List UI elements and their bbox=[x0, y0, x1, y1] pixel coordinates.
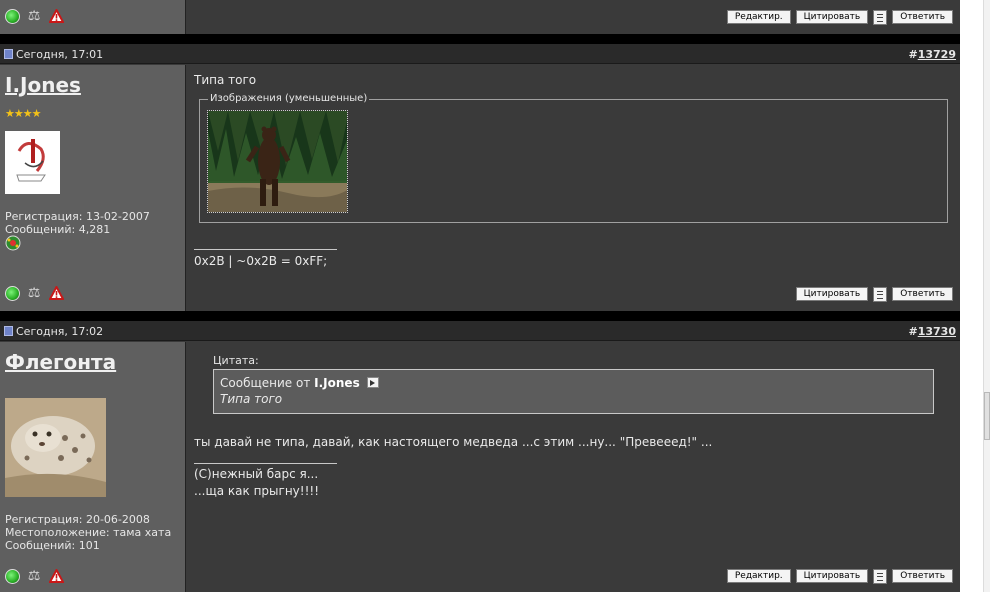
quote-from-prefix: Сообщение от bbox=[220, 376, 311, 390]
signature-divider bbox=[194, 463, 337, 464]
signature-line-1: (С)нежный барс я... bbox=[194, 467, 319, 481]
user-info: Регистрация: 13-02-2007 Сообщений: 4,281 bbox=[5, 210, 150, 236]
report-warning-icon[interactable] bbox=[48, 569, 64, 584]
post-date-text: Сегодня, 17:02 bbox=[16, 325, 104, 338]
post-count: Сообщений: 101 bbox=[5, 539, 100, 552]
signature-text: 0x2B | ~0x2B = 0xFF; bbox=[194, 254, 328, 268]
signature-line-2: ...ща как прыгну!!!! bbox=[194, 484, 320, 498]
quote-header: Сообщение от I.Jones bbox=[220, 376, 379, 390]
username-link[interactable]: I.Jones bbox=[5, 73, 81, 97]
message-text: Типа того bbox=[194, 73, 257, 87]
post-content: Цитата: Сообщение от I.Jones Типа того т… bbox=[187, 342, 960, 592]
post-permalink-hash: # bbox=[908, 48, 918, 61]
status-icons: ⚖ bbox=[5, 7, 64, 25]
post-number[interactable]: 13729 bbox=[918, 48, 956, 61]
quote-label: Цитата: bbox=[213, 354, 259, 367]
quote-button[interactable]: Цитировать bbox=[795, 10, 869, 24]
attached-images: Изображения (уменьшенные) bbox=[199, 93, 948, 223]
reply-button[interactable]: Ответить bbox=[892, 10, 953, 24]
edit-button[interactable]: Редактир. bbox=[726, 569, 791, 583]
post-date: Сегодня, 17:02 bbox=[4, 325, 103, 338]
multiquote-icon[interactable] bbox=[873, 286, 888, 302]
post-header: Сегодня, 17:01 #13729 bbox=[0, 44, 960, 64]
user-rank-stars: ★★★★ bbox=[5, 107, 41, 120]
view-post-arrow-icon[interactable] bbox=[366, 377, 379, 388]
message-text: ты давай не типа, давай, как настоящего … bbox=[194, 435, 713, 449]
reply-button[interactable]: Ответить bbox=[892, 287, 953, 301]
post-content: Редактир. Цитировать Ответить bbox=[187, 0, 960, 34]
post-number[interactable]: 13730 bbox=[918, 325, 956, 338]
signature-divider bbox=[194, 249, 337, 250]
scrollbar-thumb[interactable] bbox=[984, 392, 990, 440]
post-buttons: Редактир. Цитировать Ответить bbox=[726, 568, 953, 584]
status-icons: ⚖ bbox=[5, 284, 64, 302]
quote-text: Типа того bbox=[220, 392, 283, 406]
post-page-icon bbox=[4, 49, 13, 59]
user-info: Регистрация: 20-06-2008 Местоположение: … bbox=[5, 513, 171, 552]
multiquote-icon[interactable] bbox=[873, 568, 888, 584]
online-status-icon[interactable] bbox=[5, 285, 20, 301]
quote-button[interactable]: Цитировать bbox=[795, 287, 869, 301]
post-page-icon bbox=[4, 326, 13, 336]
post-buttons: Редактир. Цитировать Ответить bbox=[726, 9, 953, 25]
post-permalink-hash: # bbox=[908, 325, 918, 338]
status-icons: ⚖ bbox=[5, 567, 64, 585]
post-13730: Сегодня, 17:02 #13730 Флегонта Регистрац… bbox=[0, 321, 960, 592]
username-link[interactable]: Флегонта bbox=[5, 350, 116, 374]
multiquote-icon[interactable] bbox=[873, 9, 888, 25]
reputation-scales-icon[interactable]: ⚖ bbox=[24, 8, 44, 24]
post-header: Сегодня, 17:02 #13730 bbox=[0, 321, 960, 341]
post-permalink[interactable]: #13729 bbox=[909, 48, 957, 61]
post-sidebar: I.Jones ★★★★ Регистрация: 13-02-2007 Соо… bbox=[0, 65, 186, 311]
quote-author: I.Jones bbox=[314, 376, 360, 390]
post-count: Сообщений: 4,281 bbox=[5, 223, 111, 236]
online-status-icon[interactable] bbox=[5, 568, 20, 584]
quote-box: Сообщение от I.Jones Типа того bbox=[213, 369, 934, 414]
scrollbar-track[interactable] bbox=[983, 0, 990, 592]
registration-date: Регистрация: 13-02-2007 bbox=[5, 210, 150, 223]
avatar[interactable] bbox=[5, 131, 60, 194]
post-previous: ⚖ Редактир. Цитировать Ответить bbox=[0, 0, 960, 34]
post-content: Типа того Изображения (уменьшенные) 0x2B… bbox=[187, 65, 960, 311]
post-permalink[interactable]: #13730 bbox=[909, 325, 957, 338]
post-sidebar: Флегонта Регистрация: 20-06-2008 Местопо… bbox=[0, 342, 186, 592]
post-13729: Сегодня, 17:01 #13729 I.Jones ★★★★ Регис… bbox=[0, 44, 960, 311]
quote-button[interactable]: Цитировать bbox=[795, 569, 869, 583]
avatar[interactable] bbox=[5, 398, 106, 497]
registration-date: Регистрация: 20-06-2008 bbox=[5, 513, 150, 526]
image-thumbnail[interactable] bbox=[207, 110, 348, 213]
online-status-icon[interactable] bbox=[5, 8, 20, 24]
edit-button[interactable]: Редактир. bbox=[726, 10, 791, 24]
reputation-scales-icon[interactable]: ⚖ bbox=[24, 285, 44, 301]
reply-button[interactable]: Ответить bbox=[892, 569, 953, 583]
report-warning-icon[interactable] bbox=[48, 9, 64, 24]
post-date-text: Сегодня, 17:01 bbox=[16, 48, 104, 61]
post-date: Сегодня, 17:01 bbox=[4, 48, 103, 61]
report-warning-icon[interactable] bbox=[48, 286, 64, 301]
post-buttons: Цитировать Ответить bbox=[795, 286, 953, 302]
post-sidebar: ⚖ bbox=[0, 0, 186, 34]
images-legend: Изображения (уменьшенные) bbox=[208, 93, 370, 104]
award-icon bbox=[5, 235, 21, 251]
forum-thread: ⚖ Редактир. Цитировать Ответить Сегодня,… bbox=[0, 0, 960, 592]
reputation-scales-icon[interactable]: ⚖ bbox=[24, 568, 44, 584]
location: Местоположение: тама хата bbox=[5, 526, 172, 539]
